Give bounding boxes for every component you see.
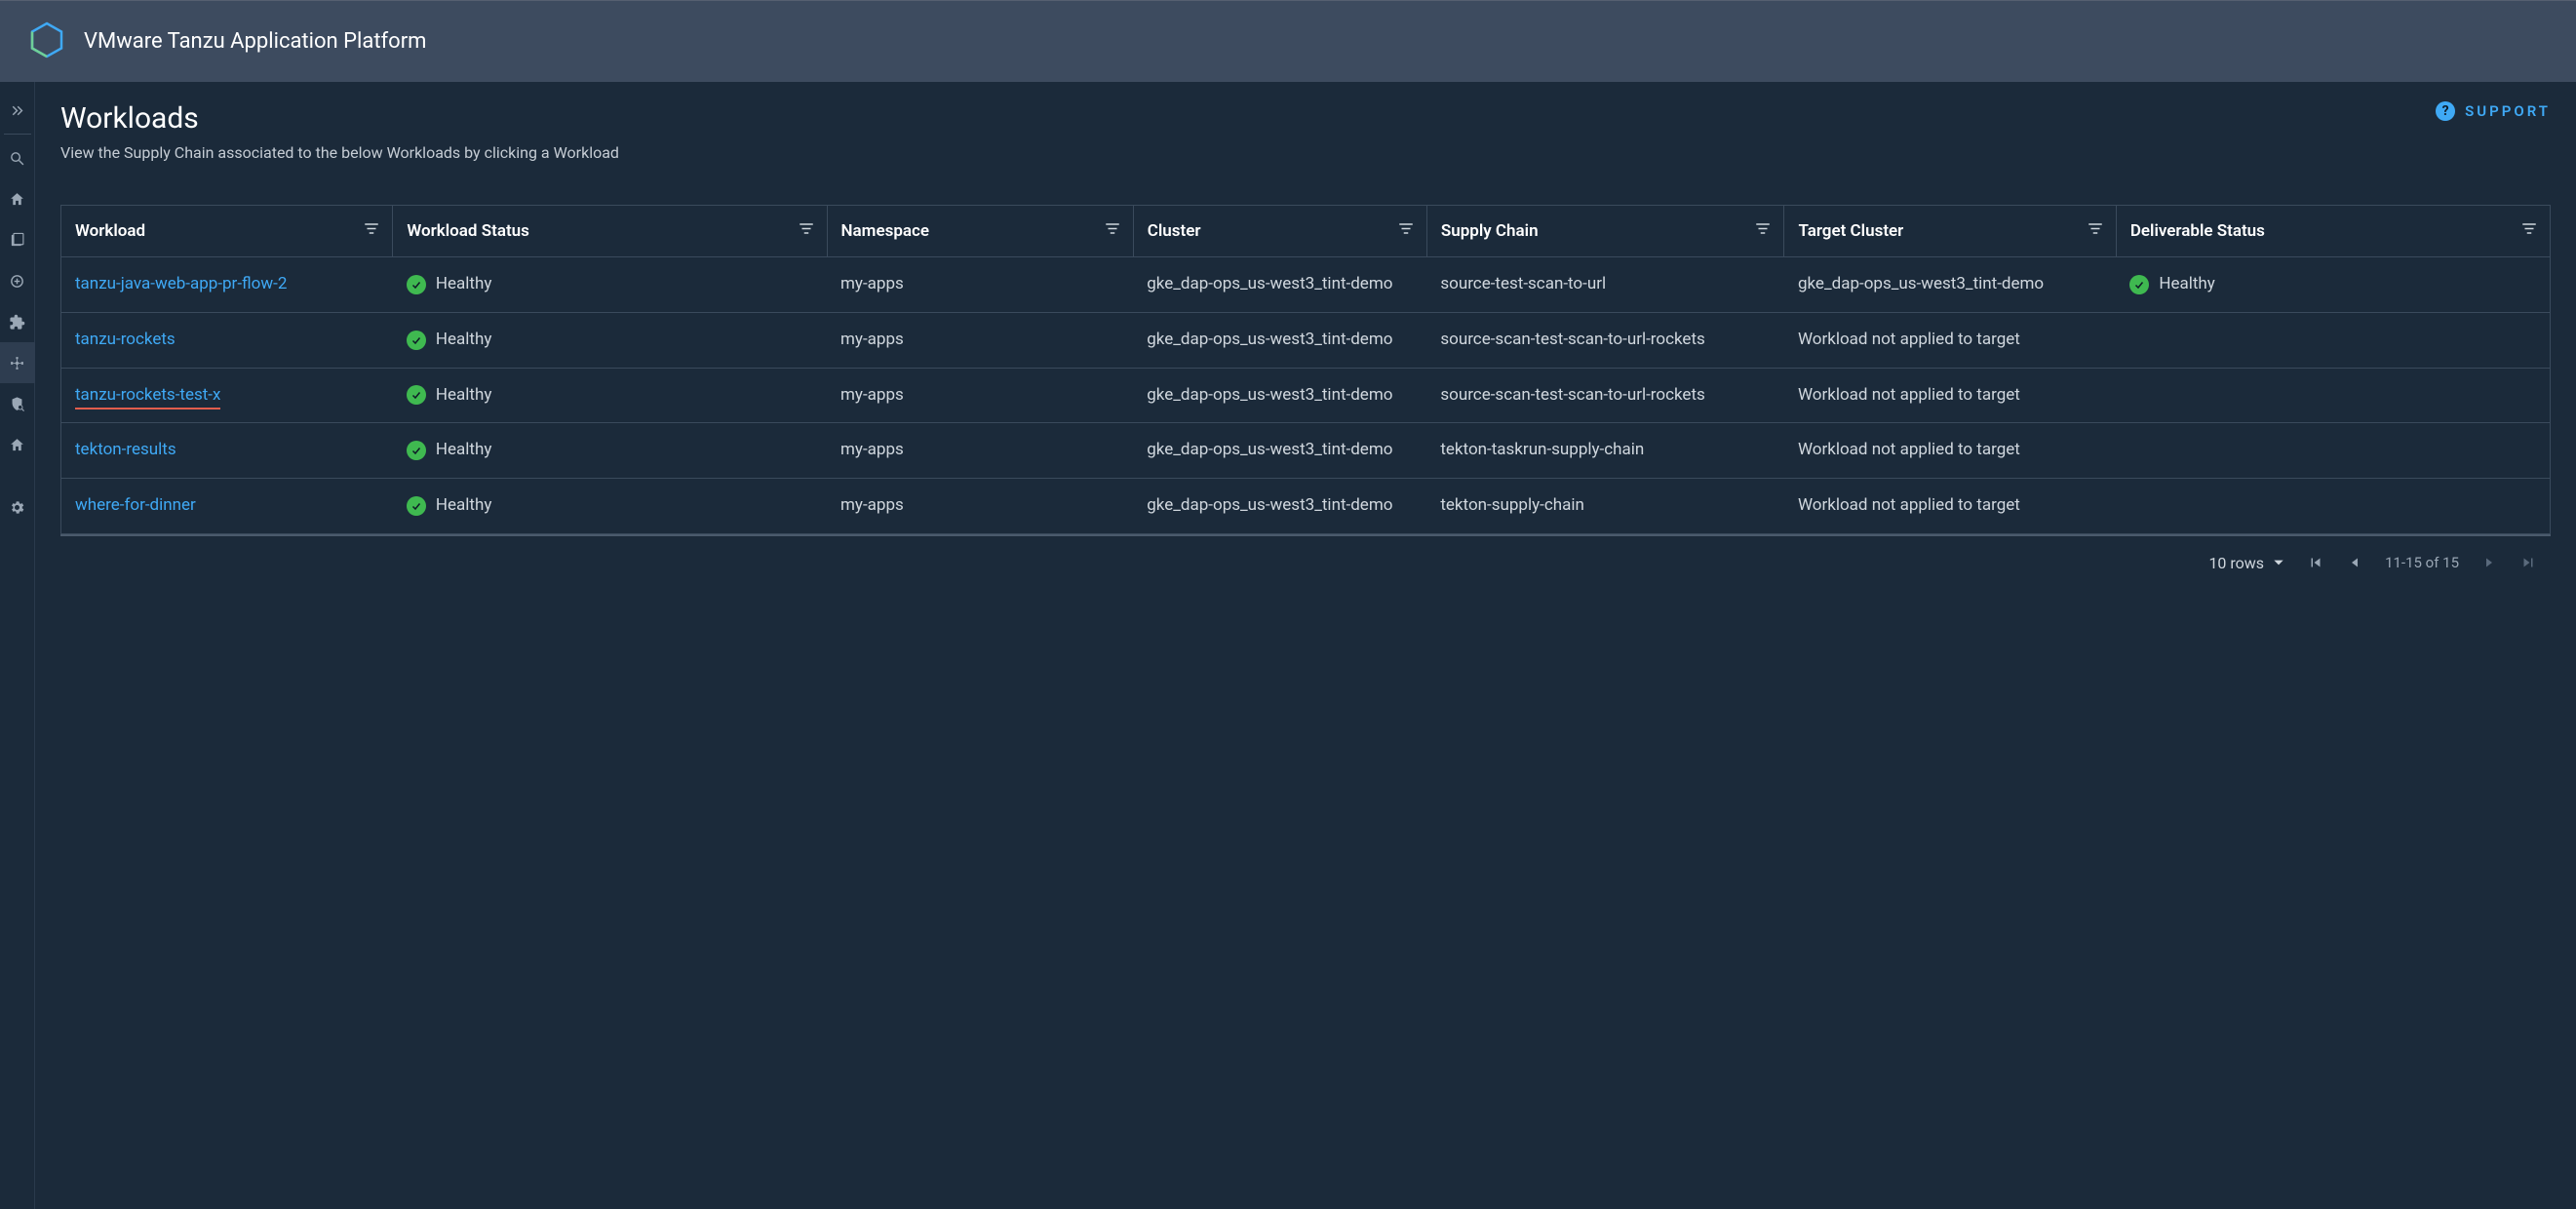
col-namespace[interactable]: Namespace [827,206,1133,257]
rows-per-page-selector[interactable]: 10 rows [2208,554,2285,572]
support-link[interactable]: ? SUPPORT [2436,101,2551,121]
cluster-cell: gke_dap-ops_us-west3_tint-demo [1133,479,1426,534]
namespace-cell: my-apps [827,423,1133,479]
col-workload[interactable]: Workload [61,206,393,257]
security-icon[interactable] [0,383,35,424]
workloads-table: Workload Workload Status Namespace Clust… [60,205,2551,534]
table-row: tanzu-rockets-test-x Healthy my-apps gke… [61,368,2551,423]
target-cluster-cell: Workload not applied to target [1784,423,2116,479]
namespace-cell: my-apps [827,257,1133,313]
workload-link[interactable]: tanzu-rockets [75,330,176,349]
supply-chain-cell: source-test-scan-to-url [1426,257,1784,313]
col-target-cluster[interactable]: Target Cluster [1784,206,2116,257]
sidebar [0,82,35,1209]
workload-status-text: Healthy [436,273,492,296]
cluster-cell: gke_dap-ops_us-west3_tint-demo [1133,257,1426,313]
cluster-cell: gke_dap-ops_us-west3_tint-demo [1133,312,1426,368]
supply-chain-cell: source-scan-test-scan-to-url-rockets [1426,368,1784,423]
page-range-label: 11-15 of 15 [2385,554,2459,571]
plugin-icon[interactable] [0,301,35,342]
table-header-row: Workload Workload Status Namespace Clust… [61,206,2551,257]
next-page-button[interactable] [2480,554,2498,571]
rows-label: 10 rows [2208,554,2264,572]
namespace-cell: my-apps [827,368,1133,423]
workload-link[interactable]: tanzu-java-web-app-pr-flow-2 [75,274,287,293]
workload-link[interactable]: tekton-results [75,440,176,459]
create-icon[interactable] [0,260,35,301]
col-supply-chain[interactable]: Supply Chain [1426,206,1784,257]
supply-chain-cell: tekton-taskrun-supply-chain [1426,423,1784,479]
filter-icon[interactable] [2087,220,2104,243]
workload-status-text: Healthy [436,439,492,462]
prev-page-button[interactable] [2346,554,2363,571]
settings-icon[interactable] [0,487,35,527]
home2-icon[interactable] [0,424,35,465]
col-cluster[interactable]: Cluster [1133,206,1426,257]
filter-icon[interactable] [1754,220,1772,243]
page-title: Workloads [60,101,199,136]
status-ok-icon [407,496,426,516]
status-ok-icon [407,441,426,460]
status-ok-icon [407,385,426,405]
app-logo [27,20,66,63]
home-icon[interactable] [0,178,35,219]
target-cluster-cell: Workload not applied to target [1784,479,2116,534]
filter-icon[interactable] [1397,220,1415,243]
target-cluster-cell: Workload not applied to target [1784,368,2116,423]
chevron-down-icon [2272,556,2285,569]
table-row: where-for-dinner Healthy my-apps gke_dap… [61,479,2551,534]
help-icon: ? [2436,101,2455,121]
last-page-button[interactable] [2519,554,2537,571]
filter-icon[interactable] [798,220,815,243]
workload-status-text: Healthy [436,384,492,408]
supply-chain-icon[interactable] [0,342,35,383]
table-row: tanzu-rockets Healthy my-apps gke_dap-op… [61,312,2551,368]
page-subtitle: View the Supply Chain associated to the … [60,143,2551,162]
workload-status-text: Healthy [436,494,492,518]
supply-chain-cell: tekton-supply-chain [1426,479,1784,534]
cluster-cell: gke_dap-ops_us-west3_tint-demo [1133,423,1426,479]
workload-status-text: Healthy [436,329,492,352]
pagination: 10 rows 11-15 of 15 [60,534,2551,572]
status-ok-icon [2129,275,2149,294]
namespace-cell: my-apps [827,312,1133,368]
deliverable-status-text: Healthy [2159,273,2215,296]
cluster-cell: gke_dap-ops_us-west3_tint-demo [1133,368,1426,423]
table-row: tanzu-java-web-app-pr-flow-2 Healthy my-… [61,257,2551,313]
app-title: VMware Tanzu Application Platform [84,29,426,54]
supply-chain-cell: source-scan-test-scan-to-url-rockets [1426,312,1784,368]
col-workload-status[interactable]: Workload Status [393,206,827,257]
topbar: VMware Tanzu Application Platform [0,0,2576,82]
target-cluster-cell: gke_dap-ops_us-west3_tint-demo [1784,257,2116,313]
workload-link[interactable]: where-for-dinner [75,495,196,515]
filter-icon[interactable] [363,220,380,243]
table-row: tekton-results Healthy my-apps gke_dap-o… [61,423,2551,479]
namespace-cell: my-apps [827,479,1133,534]
main-content: Workloads ? SUPPORT View the Supply Chai… [35,82,2576,1209]
support-label: SUPPORT [2465,102,2551,120]
target-cluster-cell: Workload not applied to target [1784,312,2116,368]
status-ok-icon [407,275,426,294]
col-deliverable-status[interactable]: Deliverable Status [2116,206,2550,257]
search-icon[interactable] [0,137,35,178]
expand-sidebar-icon[interactable] [0,90,35,131]
catalog-icon[interactable] [0,219,35,260]
filter-icon[interactable] [2520,220,2538,243]
status-ok-icon [407,331,426,350]
first-page-button[interactable] [2307,554,2324,571]
workload-link[interactable]: tanzu-rockets-test-x [75,385,220,410]
filter-icon[interactable] [1104,220,1121,243]
